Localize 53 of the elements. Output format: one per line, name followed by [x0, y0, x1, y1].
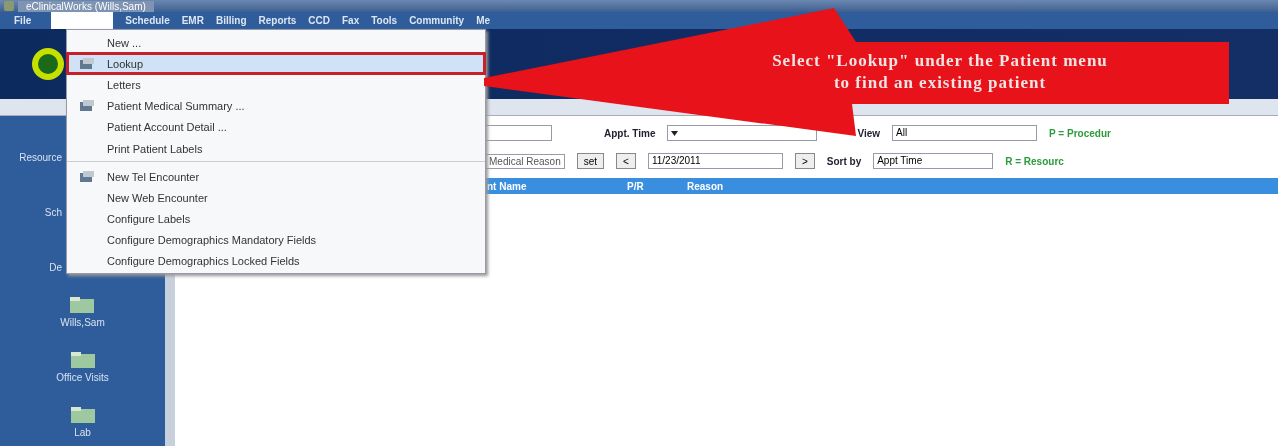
logo-icon — [30, 46, 66, 82]
menu-item-icon — [79, 170, 95, 183]
date-dropdown[interactable]: 11/23/2011 — [647, 153, 783, 169]
menu-option[interactable]: New ... — [67, 32, 485, 53]
folder-icon — [69, 296, 96, 314]
sidebar-item[interactable]: Lab — [69, 406, 96, 438]
column-header[interactable]: Reason — [687, 180, 724, 192]
menu-item[interactable]: File — [14, 15, 32, 26]
menu-item[interactable]: Me — [476, 15, 491, 26]
legend-text: P = Procedur — [1049, 127, 1111, 139]
menu-option[interactable]: Configure Demographics Locked Fields — [67, 250, 485, 271]
menu-item[interactable]: CCD — [308, 15, 330, 26]
sort-dropdown[interactable]: Appt Time — [873, 153, 994, 169]
legend-text: R = Resourc — [1005, 155, 1064, 167]
previous-button[interactable]: < — [616, 153, 636, 169]
menu-option[interactable]: Print Patient Labels — [67, 137, 485, 162]
folder-icon — [69, 406, 96, 424]
menu-item-icon — [79, 57, 95, 70]
set-button[interactable]: set — [576, 153, 605, 169]
menu-option[interactable]: Lookup — [67, 53, 485, 74]
menu-option[interactable]: New Web Encounter — [67, 187, 485, 208]
menu-item[interactable]: Schedule — [125, 15, 170, 26]
caret-icon — [671, 130, 679, 136]
menu-item-icon — [79, 99, 95, 112]
menu-option[interactable]: Letters — [67, 74, 485, 95]
menu-item[interactable]: Billing — [215, 15, 247, 26]
menu-item[interactable]: EMR — [181, 15, 204, 26]
menu-option[interactable]: Configure Demographics Mandatory Fields — [67, 229, 485, 250]
sidebar-item[interactable]: Sch — [0, 207, 62, 218]
view-label: View — [857, 127, 881, 139]
menu-option[interactable]: Patient Medical Summary ... — [67, 95, 485, 116]
folder-icon — [69, 351, 96, 369]
view-dropdown[interactable]: All — [892, 125, 1038, 141]
menu-item[interactable]: Community — [409, 15, 465, 26]
appt-time-label: Appt. Time — [604, 127, 656, 139]
column-header[interactable]: nt Name — [487, 180, 627, 192]
next-button[interactable]: > — [794, 153, 815, 169]
sidebar-item[interactable]: Wills,Sam — [60, 296, 105, 328]
menu-item[interactable]: Fax — [341, 15, 360, 26]
sort-label: Sort by — [826, 155, 862, 167]
menu-item[interactable]: Tools — [371, 15, 398, 26]
column-header[interactable]: P/R — [627, 180, 687, 192]
window-title: eClinicalWorks (Wills,Sam) — [18, 0, 154, 12]
sidebar-item[interactable]: De — [0, 262, 62, 273]
menu-option[interactable]: Patient Account Detail ... — [67, 116, 485, 137]
menu-item[interactable]: Reports — [258, 15, 297, 26]
reason-field[interactable]: Medical Reason — [485, 153, 565, 169]
callout-text: Select "Lookup" under the Patient menu to find an existing patient — [771, 50, 1109, 94]
sidebar-item[interactable]: Resource — [0, 152, 62, 163]
sidebar-item[interactable]: Office Visits — [56, 351, 109, 383]
menu-option[interactable]: New Tel Encounter — [67, 166, 485, 187]
app-icon — [4, 1, 14, 11]
menu-option[interactable]: Configure Labels — [67, 208, 485, 229]
